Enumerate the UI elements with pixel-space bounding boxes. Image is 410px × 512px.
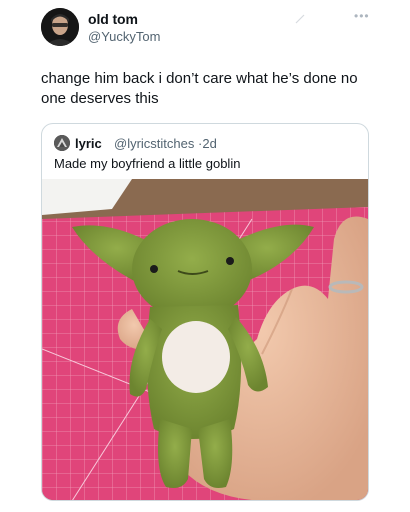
author-handle[interactable]: @YuckyTom	[88, 29, 160, 44]
grok-icon[interactable]	[295, 14, 305, 24]
avatar-image	[41, 8, 79, 46]
tweet-text: change him back i don’t care what he’s d…	[41, 70, 358, 107]
quoted-avatar-image	[54, 135, 70, 151]
more-options-icon[interactable]: •••	[354, 9, 370, 23]
goblin-plush-photo	[42, 179, 368, 500]
tweet-card: old tom @YuckyTom ••• change him back i …	[0, 0, 410, 512]
quoted-tweet[interactable]: lyric @lyricstitches ·2d Made my boyfrie…	[41, 123, 369, 501]
quoted-author-avatar[interactable]	[54, 135, 70, 151]
quoted-tweet-text: Made my boyfriend a little goblin	[54, 156, 241, 171]
author-display-name[interactable]: old tom	[88, 11, 138, 27]
quoted-author-handle[interactable]: @lyricstitches	[114, 136, 194, 151]
author-avatar[interactable]	[41, 8, 79, 46]
quoted-author-name[interactable]: lyric	[75, 136, 102, 151]
quoted-author-meta: @lyricstitches ·2d	[114, 136, 217, 151]
quoted-timestamp[interactable]: 2d	[202, 136, 216, 151]
quoted-photo[interactable]	[42, 179, 368, 500]
